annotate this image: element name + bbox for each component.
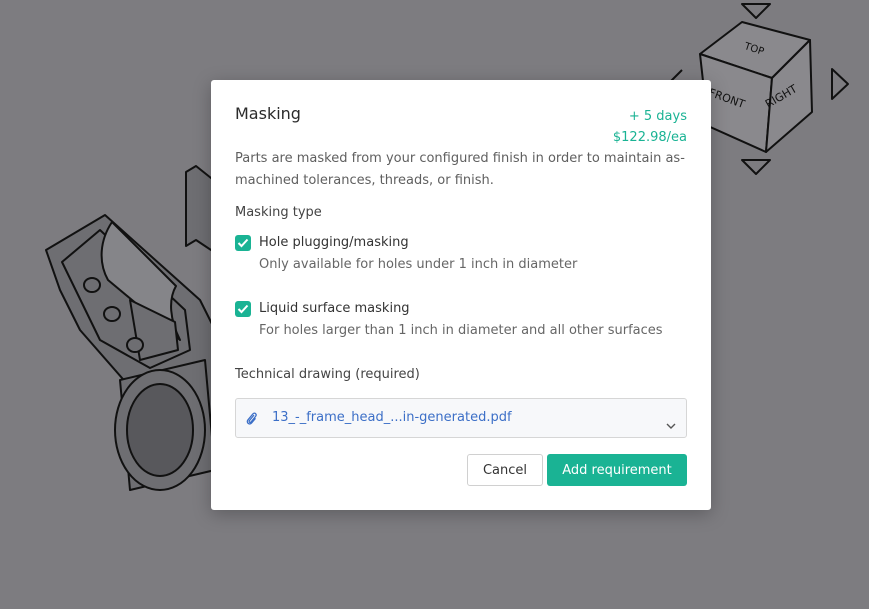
liquid-masking-checkbox[interactable]	[235, 301, 251, 317]
price-summary: + 5 days $122.98/ea	[613, 106, 687, 148]
masking-type-label: Masking type	[235, 205, 322, 220]
viewcube-up-arrow-icon	[741, 3, 771, 19]
option-label[interactable]: Liquid surface masking	[259, 301, 410, 317]
technical-drawing-label: Technical drawing (required)	[235, 367, 420, 382]
masking-dialog: Masking + 5 days $122.98/ea Parts are ma…	[211, 80, 711, 510]
option-sublabel: Only available for holes under 1 inch in…	[259, 257, 578, 272]
viewcube-down-arrow-icon	[741, 159, 771, 175]
option-sublabel: For holes larger than 1 inch in diameter…	[259, 323, 663, 338]
drawing-filename[interactable]: 13_-_frame_head_...in-generated.pdf	[272, 410, 512, 425]
unit-price: $122.98/ea	[612, 130, 687, 145]
check-icon	[237, 304, 249, 314]
dialog-title: Masking	[235, 104, 301, 123]
option-liquid-masking: Liquid surface masking For holes larger …	[235, 301, 687, 341]
dialog-description: Parts are masked from your configured fi…	[235, 151, 685, 188]
option-label[interactable]: Hole plugging/masking	[259, 235, 409, 251]
check-icon	[237, 238, 249, 248]
add-requirement-button[interactable]: Add requirement	[547, 454, 687, 486]
cancel-button[interactable]: Cancel	[467, 454, 543, 486]
viewcube-right-arrow-icon	[831, 68, 849, 100]
paperclip-icon	[246, 411, 258, 430]
hole-plugging-checkbox[interactable]	[235, 235, 251, 251]
option-hole-plugging: Hole plugging/masking Only available for…	[235, 235, 687, 275]
lead-time: + 5 days	[628, 109, 687, 124]
chevron-down-icon[interactable]	[666, 414, 676, 433]
technical-drawing-select[interactable]: 13_-_frame_head_...in-generated.pdf	[235, 398, 687, 438]
